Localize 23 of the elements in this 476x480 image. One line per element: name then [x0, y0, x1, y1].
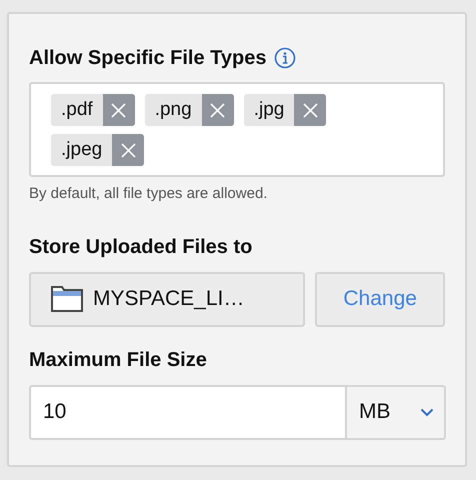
chevron-down-icon: [420, 408, 434, 416]
section-heading: Maximum File Size: [29, 348, 208, 372]
tag-label: .jpg: [252, 98, 286, 122]
remove-tag-button[interactable]: [102, 94, 135, 126]
unit-dropdown[interactable]: MB: [347, 384, 446, 440]
close-icon: [120, 142, 136, 158]
helper-text: By default, all file types are allowed.: [29, 184, 268, 204]
section-heading: Allow Specific File Types: [29, 46, 266, 71]
remove-tag-button[interactable]: [202, 94, 234, 126]
tag-label: .png: [154, 98, 193, 122]
tag-label: .jpeg: [60, 138, 104, 162]
section-heading: Store Uploaded Files to: [29, 234, 254, 260]
close-icon: [210, 102, 226, 118]
folder-icon: [51, 286, 83, 312]
info-icon[interactable]: [274, 47, 296, 69]
remove-tag-button[interactable]: [294, 94, 326, 126]
close-icon: [302, 102, 318, 118]
remove-tag-button[interactable]: [112, 134, 144, 166]
tag-label: .pdf: [60, 98, 94, 122]
file-type-field[interactable]: .pdf .png .jpg .jpeg: [29, 82, 445, 177]
close-icon: [111, 102, 126, 118]
size-input[interactable]: 10: [29, 384, 347, 440]
folder-button[interactable]: MYSPACE_LI…: [29, 272, 306, 326]
